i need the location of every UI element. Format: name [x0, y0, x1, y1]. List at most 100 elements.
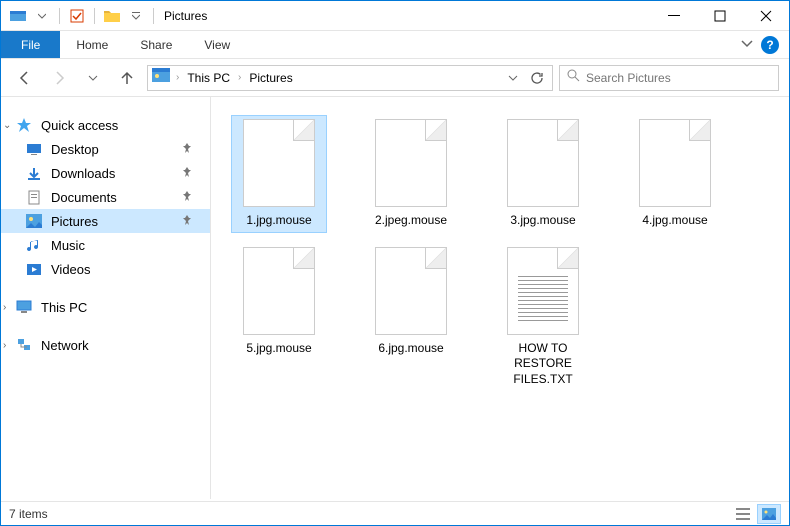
sidebar-item-music[interactable]: Music — [1, 233, 210, 257]
file-thumbnail — [507, 247, 579, 335]
quick-access-toolbar — [1, 5, 158, 27]
sidebar-item-label: Music — [51, 238, 85, 253]
back-button[interactable] — [11, 64, 39, 92]
qat-dropdown-2[interactable] — [125, 5, 147, 27]
this-pc-label: This PC — [41, 300, 87, 315]
file-name: 2.jpeg.mouse — [367, 213, 455, 229]
title-bar: Pictures — [1, 1, 789, 31]
sidebar-item-label: Downloads — [51, 166, 115, 181]
separator — [94, 8, 95, 24]
item-count: 7 items — [9, 507, 48, 521]
file-name: 5.jpg.mouse — [235, 341, 323, 357]
pc-icon — [15, 298, 33, 316]
explorer-icon — [7, 5, 29, 27]
sidebar-item-label: Desktop — [51, 142, 99, 157]
file-item[interactable]: HOW TO RESTORE FILES.TXT — [495, 243, 591, 392]
up-button[interactable] — [113, 64, 141, 92]
music-icon — [25, 236, 43, 254]
videos-icon — [25, 260, 43, 278]
thumbnails-view-button[interactable] — [757, 504, 781, 524]
sidebar-item-label: Documents — [51, 190, 117, 205]
maximize-button[interactable] — [697, 1, 743, 31]
file-item[interactable]: 5.jpg.mouse — [231, 243, 327, 392]
qat-dropdown[interactable] — [31, 5, 53, 27]
forward-button[interactable] — [45, 64, 73, 92]
file-grid: 1.jpg.mouse 2.jpeg.mouse 3.jpg.mouse 4.jpg.… — [231, 115, 779, 391]
folder-icon — [101, 5, 123, 27]
file-thumbnail — [639, 119, 711, 207]
documents-icon — [25, 188, 43, 206]
navigation-pane: ⌄ Quick access Desktop Downloads Documents… — [1, 97, 211, 499]
close-button[interactable] — [743, 1, 789, 31]
file-name: 6.jpg.mouse — [367, 341, 455, 357]
properties-icon[interactable] — [66, 5, 88, 27]
search-icon — [566, 68, 580, 87]
separator — [59, 8, 60, 24]
sidebar-item-downloads[interactable]: Downloads — [1, 161, 210, 185]
ribbon: File Home Share View ? — [1, 31, 789, 59]
window-controls — [651, 1, 789, 31]
window-title: Pictures — [164, 9, 207, 23]
file-thumbnail — [243, 119, 315, 207]
status-bar: 7 items — [1, 501, 789, 525]
ribbon-expand-icon[interactable] — [741, 36, 753, 54]
navigation-bar: › This PC › Pictures — [1, 59, 789, 97]
network-header[interactable]: › Network — [1, 333, 210, 357]
search-input[interactable] — [586, 71, 772, 85]
quick-access-label: Quick access — [41, 118, 118, 133]
pictures-icon — [25, 212, 43, 230]
file-name: HOW TO RESTORE FILES.TXT — [499, 341, 587, 388]
sidebar-item-label: Videos — [51, 262, 91, 277]
pictures-location-icon — [152, 68, 170, 87]
help-button[interactable]: ? — [761, 36, 779, 54]
file-item[interactable]: 2.jpeg.mouse — [363, 115, 459, 233]
file-thumbnail — [243, 247, 315, 335]
file-thumbnail — [507, 119, 579, 207]
search-box[interactable] — [559, 65, 779, 91]
downloads-icon — [25, 164, 43, 182]
file-thumbnail — [375, 247, 447, 335]
chevron-right-icon: › — [3, 340, 6, 351]
file-item[interactable]: 1.jpg.mouse — [231, 115, 327, 233]
file-name: 4.jpg.mouse — [631, 213, 719, 229]
tab-view[interactable]: View — [188, 31, 246, 58]
sidebar-item-videos[interactable]: Videos — [1, 257, 210, 281]
sidebar-item-label: Pictures — [51, 214, 98, 229]
file-view: 1.jpg.mouse 2.jpeg.mouse 3.jpg.mouse 4.jpg.… — [211, 97, 789, 499]
sidebar-item-pictures[interactable]: Pictures — [1, 209, 210, 233]
pin-icon — [182, 214, 192, 228]
network-icon — [15, 336, 33, 354]
chevron-down-icon: ⌄ — [3, 120, 11, 131]
separator — [153, 8, 154, 24]
file-item[interactable]: 4.jpg.mouse — [627, 115, 723, 233]
details-view-button[interactable] — [731, 504, 755, 524]
chevron-right-icon[interactable]: › — [238, 72, 241, 83]
address-dropdown-button[interactable] — [502, 67, 524, 89]
file-item[interactable]: 3.jpg.mouse — [495, 115, 591, 233]
chevron-right-icon[interactable]: › — [176, 72, 179, 83]
pin-icon — [182, 142, 192, 156]
tab-home[interactable]: Home — [60, 31, 124, 58]
tab-share[interactable]: Share — [124, 31, 188, 58]
desktop-icon — [25, 140, 43, 158]
file-name: 1.jpg.mouse — [235, 213, 323, 229]
network-label: Network — [41, 338, 89, 353]
star-icon — [15, 116, 33, 134]
chevron-right-icon: › — [3, 302, 6, 313]
crumb-this-pc[interactable]: This PC — [185, 69, 232, 87]
file-thumbnail — [375, 119, 447, 207]
this-pc-header[interactable]: › This PC — [1, 295, 210, 319]
pin-icon — [182, 190, 192, 204]
pin-icon — [182, 166, 192, 180]
sidebar-item-documents[interactable]: Documents — [1, 185, 210, 209]
quick-access-header[interactable]: ⌄ Quick access — [1, 113, 210, 137]
address-bar[interactable]: › This PC › Pictures — [147, 65, 553, 91]
file-item[interactable]: 6.jpg.mouse — [363, 243, 459, 392]
file-tab[interactable]: File — [1, 31, 60, 58]
refresh-button[interactable] — [526, 67, 548, 89]
file-name: 3.jpg.mouse — [499, 213, 587, 229]
sidebar-item-desktop[interactable]: Desktop — [1, 137, 210, 161]
recent-locations-button[interactable] — [79, 64, 107, 92]
minimize-button[interactable] — [651, 1, 697, 31]
crumb-pictures[interactable]: Pictures — [247, 69, 294, 87]
